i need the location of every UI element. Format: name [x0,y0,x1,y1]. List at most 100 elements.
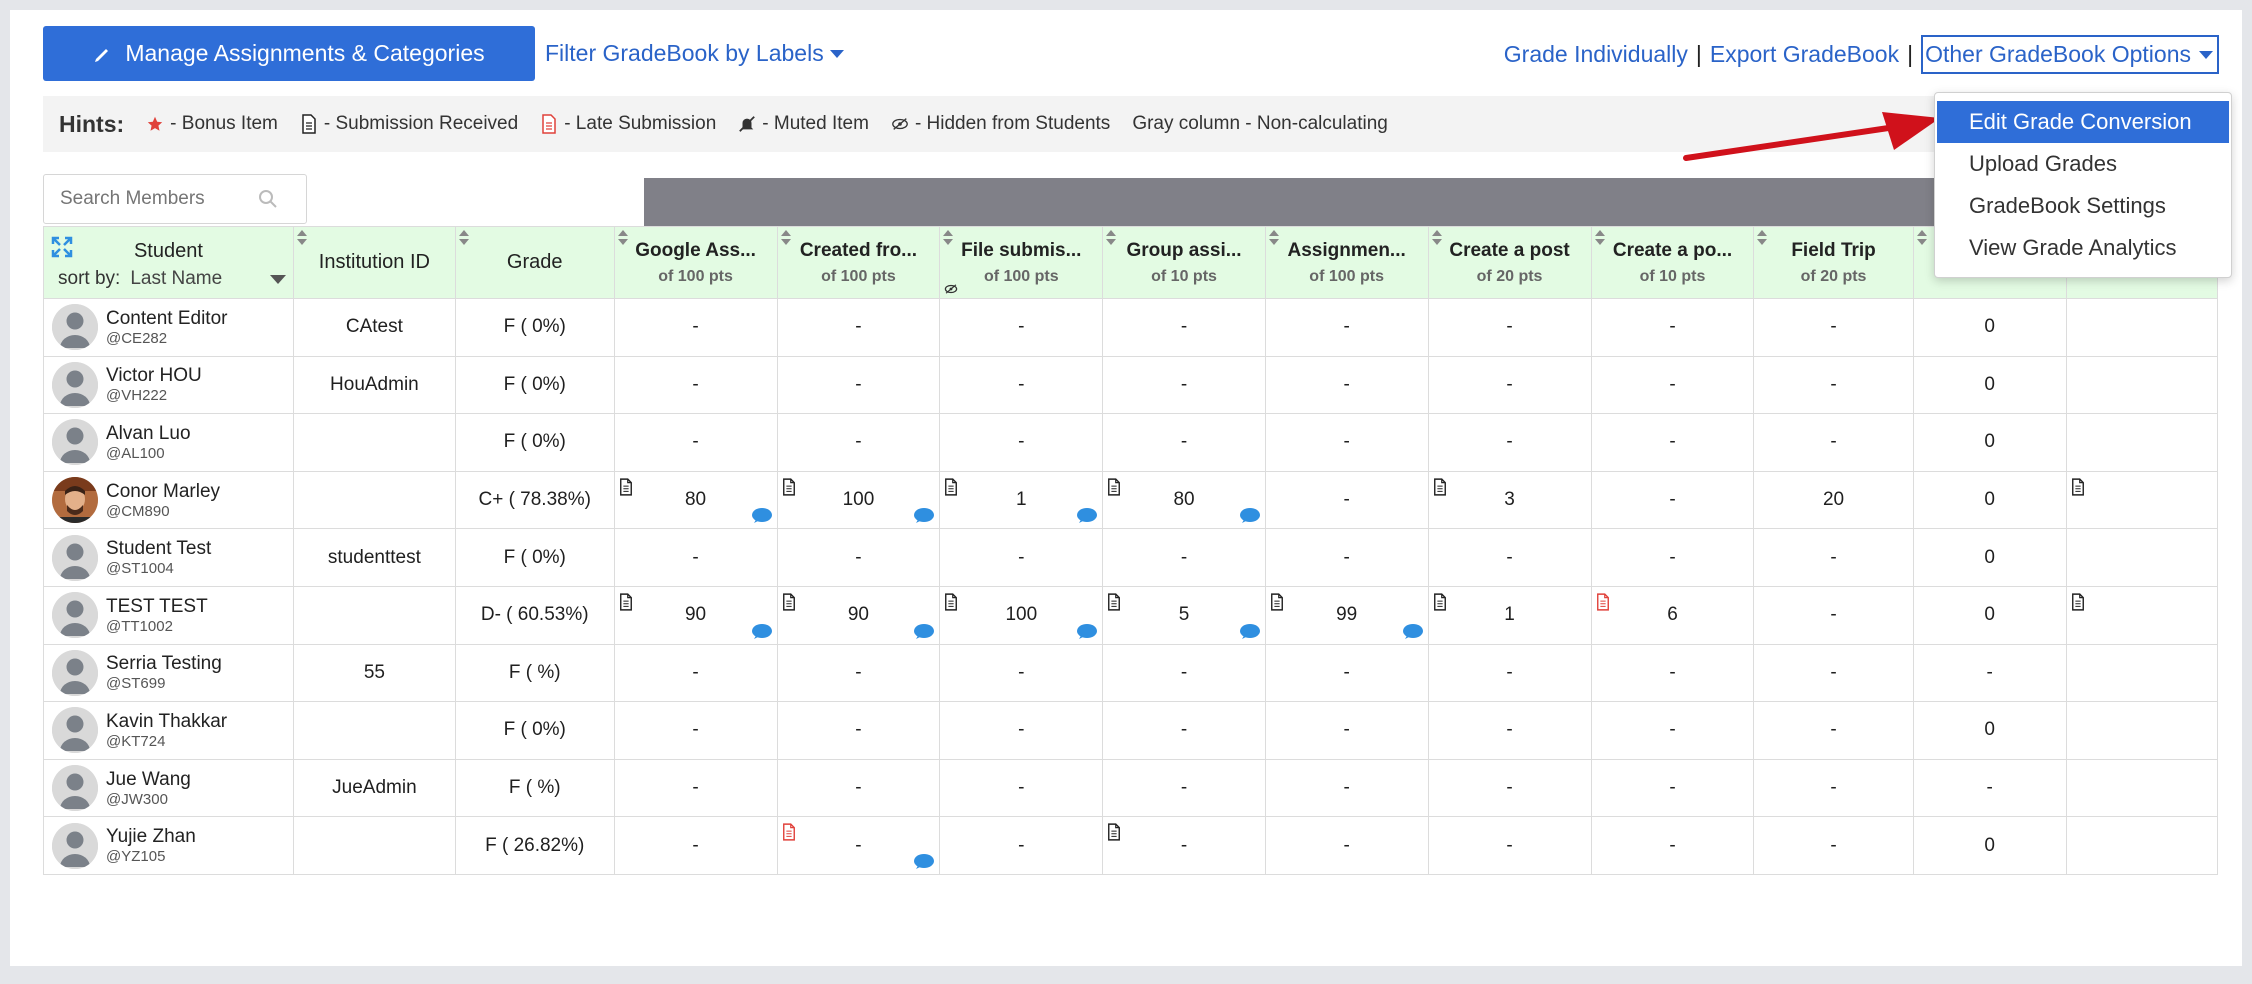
document-icon[interactable] [1270,593,1284,611]
score-cell[interactable]: 0 [1912,470,2067,530]
score-cell[interactable]: - [613,643,778,703]
student-name[interactable]: Yujie Zhan [106,826,196,848]
score-cell[interactable]: 0 [1912,413,2067,472]
score-cell[interactable]: - [939,758,1104,818]
sort-icon[interactable] [617,230,628,246]
score-cell[interactable]: 90 [776,585,941,645]
score-cell[interactable]: 5 [1102,585,1266,645]
score-cell[interactable]: - [1753,758,1914,818]
score-cell[interactable]: - [1753,585,1914,645]
score-cell[interactable]: - [1912,758,2067,818]
score-cell[interactable]: - [1753,701,1914,760]
score-cell[interactable]: - [1753,355,1914,415]
score-cell[interactable]: - [1427,701,1592,760]
score-cell[interactable]: - [1264,355,1429,415]
score-cell[interactable]: - [1102,758,1266,818]
assignment-column-header[interactable]: Google Ass... of 100 pts [613,226,778,299]
score-cell[interactable]: 0 [1912,816,2067,875]
score-cell[interactable]: - [1102,643,1266,703]
score-cell[interactable]: - [1264,470,1429,530]
student-column-header[interactable]: Student sort by: Last Name [43,226,294,299]
student-name[interactable]: Kavin Thakkar [106,711,227,733]
score-cell[interactable]: - [776,413,941,472]
score-cell[interactable]: - [1102,701,1266,760]
expand-icon[interactable] [50,235,74,259]
menu-item-gradebook-settings[interactable]: GradeBook Settings [1937,185,2231,227]
score-cell[interactable] [2065,758,2218,818]
score-cell[interactable]: 6 [1590,585,1755,645]
score-cell[interactable] [2065,413,2218,472]
score-cell[interactable]: - [1590,643,1755,703]
score-cell[interactable]: - [1264,643,1429,703]
assignment-column-header[interactable]: Create a post of 20 pts [1427,226,1592,299]
grade-individually-link[interactable]: Grade Individually [1504,41,1688,68]
score-cell[interactable] [2065,816,2218,875]
score-cell[interactable]: - [1102,528,1266,587]
score-cell[interactable]: 80 [1102,470,1266,530]
score-cell[interactable]: - [939,701,1104,760]
score-cell[interactable]: - [613,758,778,818]
score-cell[interactable]: - [939,355,1104,415]
filter-by-labels-dropdown[interactable]: Filter GradeBook by Labels [545,40,844,67]
score-cell[interactable]: - [1590,298,1755,357]
comment-icon[interactable] [913,853,935,871]
assignment-column-header[interactable]: Assignmen... of 100 pts [1264,226,1429,299]
student-cell[interactable]: Conor Marley @CM890 [43,470,294,530]
sort-icon[interactable] [1757,230,1768,246]
score-cell[interactable]: - [776,528,941,587]
score-cell[interactable]: 20 [1753,470,1914,530]
score-cell[interactable]: 100 [939,585,1104,645]
student-name[interactable]: TEST TEST [106,596,208,618]
search-icon[interactable] [258,189,278,209]
score-cell[interactable]: 0 [1912,355,2067,415]
document-icon[interactable] [782,478,796,496]
score-cell[interactable]: - [1427,758,1592,818]
score-cell[interactable]: - [1102,816,1266,875]
late-document-icon[interactable] [782,823,796,841]
score-cell[interactable]: - [1264,413,1429,472]
score-cell[interactable] [2065,298,2218,357]
sort-icon[interactable] [780,230,791,246]
student-name[interactable]: Student Test [106,538,211,560]
document-icon[interactable] [1107,593,1121,611]
score-cell[interactable]: - [1427,413,1592,472]
score-cell[interactable]: - [939,643,1104,703]
score-cell[interactable]: - [1753,528,1914,587]
sort-icon[interactable] [1106,230,1117,246]
score-cell[interactable] [2065,585,2218,645]
search-members-input[interactable] [58,187,258,211]
comment-icon[interactable] [913,623,935,641]
score-cell[interactable]: - [1753,413,1914,472]
score-cell[interactable]: - [1102,298,1266,357]
assignment-column-header[interactable]: Group assi... of 10 pts [1102,226,1266,299]
student-cell[interactable]: Content Editor @CE282 [43,298,294,357]
score-cell[interactable]: - [1264,758,1429,818]
grade-header[interactable]: Grade [454,226,615,299]
document-icon[interactable] [2071,593,2085,611]
sort-icon[interactable] [1916,230,1927,246]
score-cell[interactable]: - [776,298,941,357]
document-icon[interactable] [1433,478,1447,496]
comment-icon[interactable] [1076,623,1098,641]
document-icon[interactable] [944,478,958,496]
score-cell[interactable]: 80 [613,470,778,530]
sort-icon[interactable] [458,230,469,246]
score-cell[interactable]: 0 [1912,585,2067,645]
score-cell[interactable]: 0 [1912,298,2067,357]
score-cell[interactable]: - [939,413,1104,472]
menu-item-upload-grades[interactable]: Upload Grades [1937,143,2231,185]
score-cell[interactable]: - [1427,643,1592,703]
score-cell[interactable]: - [1590,470,1755,530]
score-cell[interactable]: - [1427,298,1592,357]
score-cell[interactable] [2065,701,2218,760]
sort-by-select[interactable]: Last Name [130,268,287,290]
score-cell[interactable]: - [613,528,778,587]
comment-icon[interactable] [1402,623,1424,641]
sort-icon[interactable] [1594,230,1605,246]
score-cell[interactable]: 1 [939,470,1104,530]
assignment-column-header[interactable]: Created fro... of 100 pts [776,226,941,299]
score-cell[interactable]: - [1102,355,1266,415]
menu-item-edit-grade-conversion[interactable]: Edit Grade Conversion [1937,101,2229,143]
score-cell[interactable]: 0 [1912,701,2067,760]
comment-icon[interactable] [751,623,773,641]
